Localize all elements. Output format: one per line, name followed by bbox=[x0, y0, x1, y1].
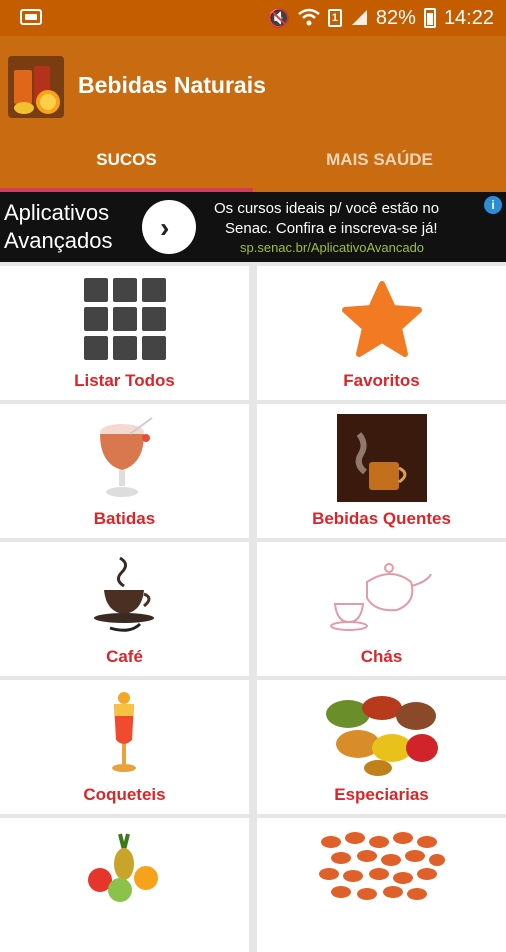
grid-icon bbox=[83, 278, 166, 360]
ad-url[interactable]: sp.senac.br/AplicativoAvancado bbox=[240, 240, 424, 255]
category-listar-todos[interactable]: Listar Todos bbox=[0, 266, 249, 400]
pills-icon bbox=[317, 828, 447, 916]
coffee-cup-icon bbox=[80, 552, 170, 640]
smoothie-glass-icon bbox=[80, 414, 170, 502]
fruit-basket-icon bbox=[80, 828, 170, 916]
status-icons: 🔇 1 82% 14:22 bbox=[267, 6, 494, 30]
ad-info-icon[interactable]: i bbox=[484, 196, 502, 214]
category-batidas[interactable]: Batidas bbox=[0, 404, 249, 538]
ad-brand-line2: Avançados bbox=[4, 228, 113, 253]
ad-text-line2: Senac. Confira e inscreva-se já! bbox=[225, 220, 438, 237]
category-label: Chás bbox=[360, 647, 403, 666]
tab-sucos[interactable]: SUCOS bbox=[0, 122, 253, 192]
sim-slot-icon: 1 bbox=[327, 9, 342, 27]
app-bar: Bebidas Naturais bbox=[0, 36, 506, 132]
battery-percent: 82% bbox=[375, 6, 416, 29]
ad-brand-line1: Aplicativos bbox=[4, 200, 110, 225]
ad-open-button[interactable]: › bbox=[142, 200, 196, 254]
category-label: Especiarias bbox=[334, 785, 429, 804]
tab-mais-saude[interactable]: MAIS SAÚDE bbox=[253, 122, 506, 192]
category-label: Listar Todos bbox=[74, 371, 175, 390]
category-favoritos[interactable]: Favoritos bbox=[257, 266, 506, 400]
cocktail-icon bbox=[80, 690, 170, 778]
category-chas[interactable]: Chás bbox=[257, 542, 506, 676]
spices-icon bbox=[322, 690, 442, 778]
teapot-icon bbox=[327, 552, 437, 640]
wifi-icon bbox=[298, 8, 320, 29]
ad-banner[interactable]: Aplicativos Avançados › Os cursos ideais… bbox=[0, 192, 506, 262]
category-comprimidos[interactable] bbox=[257, 818, 506, 952]
app-logo-icon bbox=[8, 56, 64, 118]
category-frutas[interactable] bbox=[0, 818, 249, 952]
clock: 14:22 bbox=[443, 6, 494, 29]
category-label: Batidas bbox=[93, 509, 156, 528]
category-label: Favoritos bbox=[343, 371, 420, 390]
category-especiarias[interactable]: Especiarias bbox=[257, 680, 506, 814]
category-label: Coqueteis bbox=[83, 785, 166, 804]
signal-icon bbox=[350, 8, 368, 29]
status-bar: 🔇 1 82% 14:22 bbox=[0, 0, 506, 36]
category-bebidas-quentes[interactable]: Bebidas Quentes bbox=[257, 404, 506, 538]
chevron-right-icon: › bbox=[160, 212, 170, 243]
mute-icon: 🔇 bbox=[267, 8, 290, 28]
category-label: Bebidas Quentes bbox=[312, 509, 451, 528]
star-icon bbox=[337, 276, 427, 364]
category-cafe[interactable]: Café bbox=[0, 542, 249, 676]
category-label: Café bbox=[106, 647, 143, 666]
hot-drink-icon bbox=[336, 414, 427, 502]
voicemail-icon bbox=[20, 9, 42, 25]
ad-text-line1: Os cursos ideais p/ você estão no bbox=[214, 200, 440, 217]
battery-icon bbox=[423, 8, 436, 28]
category-coqueteis[interactable]: Coqueteis bbox=[0, 680, 249, 814]
app-title: Bebidas Naturais bbox=[78, 72, 266, 98]
tab-bar: SUCOS MAIS SAÚDE bbox=[0, 122, 506, 192]
